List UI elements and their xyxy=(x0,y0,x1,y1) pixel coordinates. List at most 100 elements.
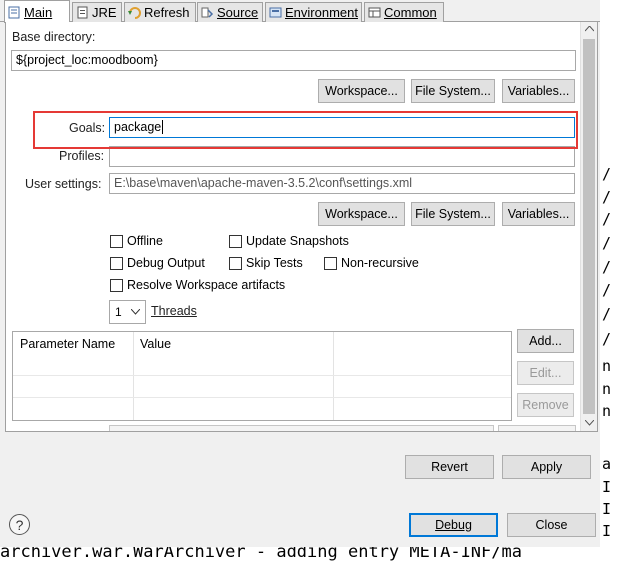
workspace-button[interactable]: Workspace... xyxy=(318,79,405,103)
console-char: / xyxy=(602,165,612,183)
variables-button-2[interactable]: Variables... xyxy=(502,202,575,226)
variables-button-2-label: Variables... xyxy=(507,207,570,221)
background-console-bottom: archiver.war.WarArchiver - adding entry … xyxy=(0,547,617,562)
workspace-button-2[interactable]: Workspace... xyxy=(318,202,405,226)
tab-refresh[interactable]: Refresh xyxy=(124,2,196,22)
offline-label: Offline xyxy=(127,234,163,248)
column-divider xyxy=(333,332,334,420)
edit-parameter-button[interactable]: Edit... xyxy=(517,361,574,385)
profiles-field[interactable] xyxy=(109,146,575,167)
tab-main[interactable]: Main xyxy=(4,0,70,23)
update-snapshots-checkbox[interactable]: Update Snapshots xyxy=(229,234,349,248)
debug-button[interactable]: Debug xyxy=(409,513,498,537)
add-parameter-button[interactable]: Add... xyxy=(517,329,574,353)
environment-icon xyxy=(269,6,282,19)
file-system-button-2-label: File System... xyxy=(415,207,491,221)
workspace-button-label: Workspace... xyxy=(325,84,398,98)
checkbox-box[interactable] xyxy=(229,256,242,270)
update-snapshots-label: Update Snapshots xyxy=(246,234,349,248)
tab-label: JRE xyxy=(92,5,117,20)
next-section-edge xyxy=(498,425,576,431)
apply-button[interactable]: Apply xyxy=(502,455,591,479)
tab-environment[interactable]: Environment xyxy=(265,2,362,22)
console-char: a xyxy=(602,455,612,473)
tab-label: Common xyxy=(384,5,437,20)
jre-icon xyxy=(76,6,89,19)
skip-tests-checkbox[interactable]: Skip Tests xyxy=(229,256,303,270)
parameter-table[interactable]: Parameter Name Value xyxy=(12,331,512,421)
threads-label: Threads xyxy=(151,304,197,318)
console-char: I xyxy=(602,500,612,518)
apply-label: Apply xyxy=(530,460,563,474)
source-icon xyxy=(201,6,214,19)
checkbox-box[interactable] xyxy=(110,256,123,270)
console-char: / xyxy=(602,305,612,323)
checkbox-box[interactable] xyxy=(110,278,123,292)
revert-button[interactable]: Revert xyxy=(405,455,494,479)
tab-label: Environment xyxy=(285,5,358,20)
workspace-button-2-label: Workspace... xyxy=(325,207,398,221)
console-char: / xyxy=(602,281,612,299)
row-divider xyxy=(13,397,511,398)
value-header[interactable]: Value xyxy=(133,332,178,356)
checkbox-box[interactable] xyxy=(324,256,337,270)
tab-label: Main xyxy=(24,4,53,20)
console-char: I xyxy=(602,522,612,540)
remove-parameter-button[interactable]: Remove xyxy=(517,393,574,417)
file-system-button-2[interactable]: File System... xyxy=(411,202,495,226)
console-char: / xyxy=(602,188,612,206)
console-char: / xyxy=(602,210,612,228)
vertical-scrollbar[interactable] xyxy=(580,22,597,431)
tab-bar: Main JRE Refresh Source Environment Comm… xyxy=(0,0,600,23)
debug-label: Debug xyxy=(435,518,472,532)
threads-dropdown[interactable]: 1 xyxy=(109,300,146,324)
profiles-label: Profiles: xyxy=(59,149,105,163)
debug-output-label: Debug Output xyxy=(127,256,205,270)
user-settings-field[interactable]: E:\base\maven\apache-maven-3.5.2\conf\se… xyxy=(109,173,575,194)
console-char: / xyxy=(602,330,612,348)
remove-parameter-label: Remove xyxy=(522,398,569,412)
revert-label: Revert xyxy=(431,460,468,474)
base-directory-label: Base directory: xyxy=(12,30,96,44)
file-system-button[interactable]: File System... xyxy=(411,79,495,103)
checkbox-box[interactable] xyxy=(229,234,242,248)
variables-button-label: Variables... xyxy=(507,84,570,98)
scroll-up-icon[interactable] xyxy=(585,26,594,32)
resolve-workspace-label: Resolve Workspace artifacts xyxy=(127,278,286,292)
close-button[interactable]: Close xyxy=(507,513,596,537)
threads-value: 1 xyxy=(115,305,122,319)
tab-common[interactable]: Common xyxy=(364,2,444,22)
console-char: / xyxy=(602,258,612,276)
base-directory-field[interactable]: ${project_loc:moodboom} xyxy=(11,50,576,71)
non-recursive-label: Non-recursive xyxy=(341,256,419,270)
row-divider xyxy=(13,375,511,376)
tab-jre[interactable]: JRE xyxy=(72,2,122,22)
console-char: n xyxy=(602,380,612,398)
parameter-name-header[interactable]: Parameter Name xyxy=(13,332,122,356)
goals-highlight-box xyxy=(33,111,578,149)
checkbox-box[interactable] xyxy=(110,234,123,248)
refresh-icon xyxy=(128,6,141,19)
console-line: archiver.war.WarArchiver - adding entry … xyxy=(0,547,522,562)
non-recursive-checkbox[interactable]: Non-recursive xyxy=(324,256,419,270)
variables-button[interactable]: Variables... xyxy=(502,79,575,103)
scrollbar-thumb[interactable] xyxy=(583,39,595,414)
console-char: n xyxy=(602,357,612,375)
file-system-button-label: File System... xyxy=(415,84,491,98)
chevron-down-icon xyxy=(131,309,140,315)
common-icon xyxy=(368,6,381,19)
scroll-down-icon[interactable] xyxy=(585,420,594,426)
tab-label: Source xyxy=(217,5,259,20)
user-settings-label: User settings: xyxy=(25,177,102,191)
skip-tests-label: Skip Tests xyxy=(246,256,303,270)
help-glyph: ? xyxy=(15,516,24,533)
tab-source[interactable]: Source xyxy=(197,2,263,22)
resolve-workspace-checkbox[interactable]: Resolve Workspace artifacts xyxy=(110,278,285,292)
tab-label: Refresh xyxy=(144,5,190,20)
dialog-footer: Revert Apply ? Debug Close xyxy=(0,432,600,547)
offline-checkbox[interactable]: Offline xyxy=(110,234,163,248)
debug-output-checkbox[interactable]: Debug Output xyxy=(110,256,205,270)
close-label: Close xyxy=(535,518,568,532)
column-divider xyxy=(133,332,134,420)
help-icon[interactable]: ? xyxy=(9,514,30,535)
